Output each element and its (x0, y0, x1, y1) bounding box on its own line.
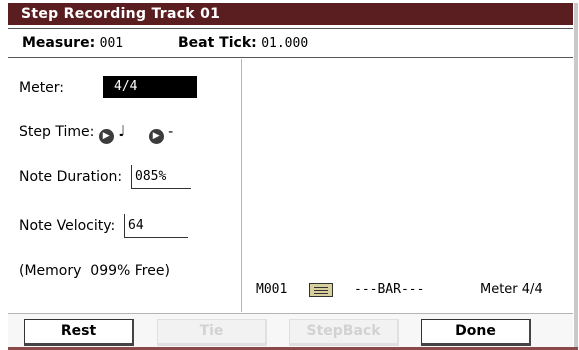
step-time-note-value[interactable]: ♩ (118, 119, 144, 143)
note-duration-label: Note Duration: (19, 169, 123, 185)
dialog-title: Step Recording Track 01 (8, 3, 573, 25)
measure-value: 001 (99, 36, 124, 51)
tie-button[interactable]: Tie (157, 319, 267, 346)
step-recording-dialog: Step Recording Track 01 Measure: 001 Bea… (1, 1, 578, 350)
step-time-mod-popup-icon[interactable]: ▶ (148, 129, 164, 144)
measure-display: Measure: 001 (22, 29, 123, 58)
beat-tick-value: 01.000 (261, 36, 309, 51)
memory-status: (Memory 099% Free) (19, 263, 170, 279)
parameters-panel: Meter: 4/4 Step Time: ▶ ♩ ▶ - Note Durat… (8, 59, 242, 312)
measure-label: Measure: (22, 35, 96, 51)
note-velocity-label: Note Velocity: (19, 218, 116, 234)
rest-button[interactable]: Rest (24, 319, 134, 346)
status-bar: ---BAR--- (354, 282, 425, 297)
note-velocity-field[interactable]: 64 (124, 214, 188, 238)
done-button[interactable]: Done (421, 319, 531, 346)
meter-label: Meter: (19, 80, 65, 96)
event-display-panel: M001 ---BAR--- Meter 4/4 (243, 59, 573, 312)
beat-tick-label: Beat Tick: (178, 35, 257, 51)
info-bar: Measure: 001 Beat Tick: 01.000 (8, 28, 573, 58)
meter-field[interactable]: 4/4 (103, 76, 197, 98)
step-time-popup-icon[interactable]: ▶ (98, 129, 114, 144)
status-measure: M001 (256, 282, 288, 297)
note-velocity-row: Note Velocity: 64 (19, 214, 229, 238)
position-status: M001 ---BAR--- Meter 4/4 (256, 278, 556, 302)
step-time-row: Step Time: ▶ ♩ ▶ - (19, 119, 173, 144)
step-time-mod-value[interactable]: - (168, 124, 173, 140)
status-meter: Meter 4/4 (480, 282, 543, 297)
button-bar: Rest Tie StepBack Done (8, 313, 573, 349)
bar-icon (309, 283, 333, 297)
dialog-edge-shadow (574, 3, 578, 349)
note-duration-field[interactable]: 085% (131, 165, 191, 189)
note-duration-row: Note Duration: 085% (19, 165, 229, 189)
meter-row: Meter: 4/4 (19, 76, 197, 100)
beat-tick-display: Beat Tick: 01.000 (178, 29, 308, 58)
stepback-button[interactable]: StepBack (289, 319, 399, 346)
step-time-label: Step Time: (19, 124, 95, 140)
